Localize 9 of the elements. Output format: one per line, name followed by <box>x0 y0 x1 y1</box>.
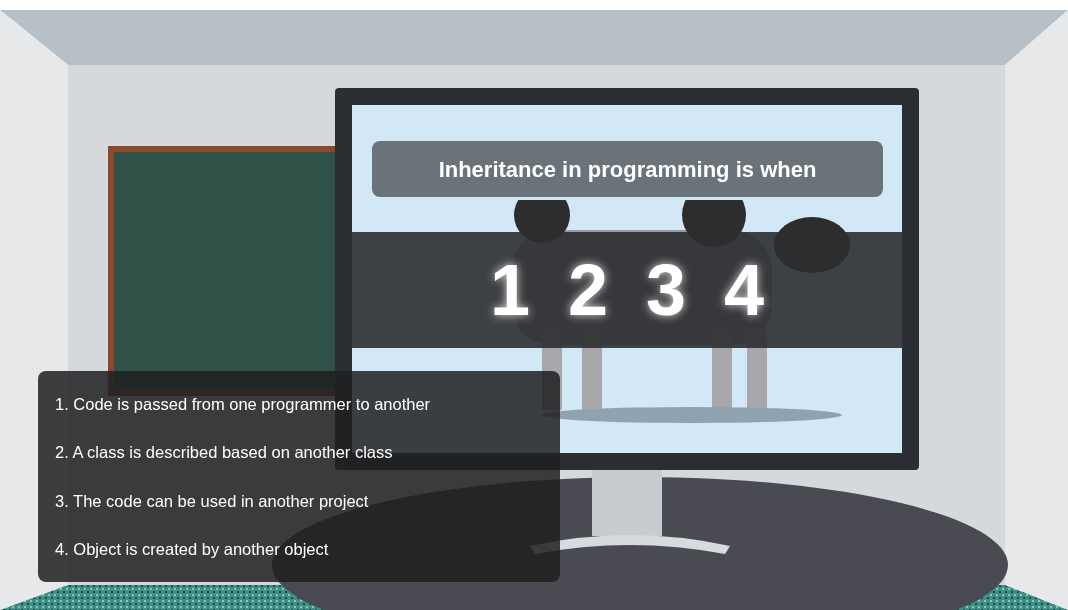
choice-button[interactable]: 3 <box>642 254 691 326</box>
choice-button[interactable]: 4 <box>720 254 769 326</box>
question-label: Inheritance in programming is when <box>372 141 883 197</box>
answer-option[interactable]: 3. The code can be used in another project <box>55 489 543 512</box>
choice-button[interactable]: 2 <box>563 254 612 326</box>
choice-button[interactable]: 1 <box>485 254 534 326</box>
answer-option[interactable]: 4. Object is created by another object <box>55 538 543 560</box>
answer-option[interactable]: 1. Code is passed from one programmer to another <box>55 393 543 415</box>
answer-option[interactable]: 2. A class is described based on another class <box>55 441 543 464</box>
